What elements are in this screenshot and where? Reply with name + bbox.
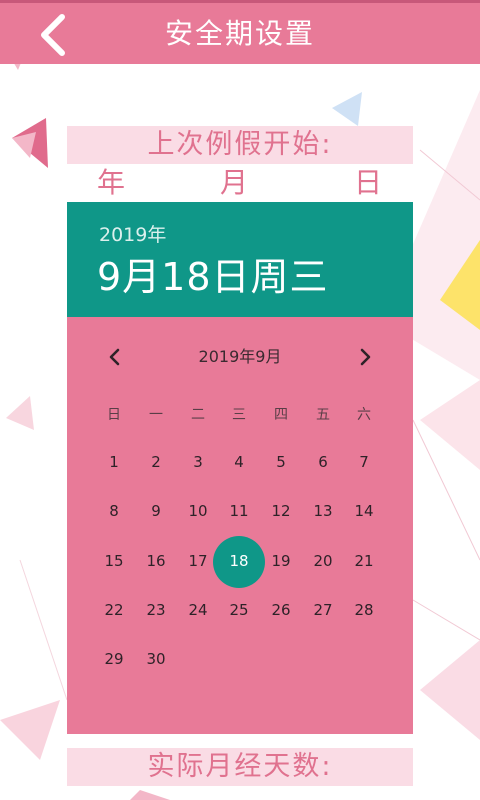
day-cell[interactable]: 21: [338, 537, 390, 586]
day-number: 27: [313, 600, 333, 619]
day-number: 25: [229, 600, 249, 619]
day-number: 12: [271, 502, 291, 521]
day-number: 9: [151, 502, 161, 521]
day-number: 5: [276, 453, 286, 471]
day-number: 3: [193, 453, 203, 471]
day-number: 22: [104, 600, 124, 619]
day-number: 20: [313, 551, 333, 570]
weekday-header: 日一二三四五六: [67, 400, 413, 430]
date-picker: 2019年 9月18日周三 2019年9月 日一二三四五六 1234567891…: [67, 202, 413, 734]
day-number: 28: [354, 600, 374, 619]
selected-date[interactable]: 9月18日周三: [97, 246, 329, 301]
date-picker-header: 2019年 9月18日周三: [67, 202, 413, 317]
day-cell[interactable]: 14: [338, 487, 390, 536]
day-number: 15: [104, 551, 124, 570]
day-number: 1: [109, 453, 119, 471]
weekday-label: 五: [316, 407, 330, 423]
day-number: 30: [146, 650, 166, 669]
title-bar: 安全期设置: [0, 0, 480, 64]
chevron-left-icon: [41, 14, 65, 56]
day-number: 8: [109, 502, 119, 521]
weekday-label: 三: [232, 407, 246, 423]
day-unit-label: 日: [354, 166, 383, 199]
weekday-label: 四: [274, 407, 288, 423]
day-number: 29: [104, 650, 124, 669]
last-period-label: 上次例假开始:: [67, 126, 413, 164]
day-number: 6: [318, 453, 328, 471]
date-unit-row: 年 月 日: [67, 164, 413, 202]
day-cell[interactable]: 28: [338, 586, 390, 635]
chevron-left-icon: [109, 348, 120, 366]
day-number: 24: [188, 600, 208, 619]
day-number: 10: [188, 502, 208, 521]
day-cell[interactable]: 30: [130, 635, 182, 684]
year-unit-label: 年: [97, 166, 126, 199]
day-grid: 1 2 3 4 5 6 7 8 9 10 11 12 13 14 15 16 17 18 19 20 21 22 23 24 2…: [67, 438, 413, 688]
day-cell[interactable]: 7: [338, 438, 390, 487]
day-number: 14: [354, 502, 374, 521]
selected-year[interactable]: 2019年: [99, 220, 166, 247]
next-month-button[interactable]: [350, 342, 380, 372]
weekday-label: 一: [149, 407, 163, 423]
weekday-label: 六: [357, 407, 371, 423]
month-unit-label: 月: [220, 166, 249, 199]
previous-month-button[interactable]: [100, 342, 130, 372]
month-navigation: 2019年9月: [67, 332, 413, 382]
period-length-label: 实际月经天数:: [67, 748, 413, 786]
day-number: 19: [271, 551, 291, 570]
day-number: 18: [229, 551, 249, 570]
weekday-label: 日: [107, 407, 121, 423]
day-number: 13: [313, 502, 333, 521]
weekday-label: 二: [191, 407, 205, 423]
chevron-right-icon: [360, 348, 371, 366]
day-number: 21: [354, 551, 374, 570]
day-number: 11: [229, 502, 249, 521]
day-number: 17: [188, 551, 208, 570]
day-number: 26: [271, 600, 291, 619]
back-button[interactable]: [34, 11, 74, 59]
day-number: 2: [151, 453, 161, 471]
day-number: 4: [234, 453, 244, 471]
day-number: 7: [359, 453, 369, 471]
day-number: 16: [146, 551, 166, 570]
day-number: 23: [146, 600, 166, 619]
